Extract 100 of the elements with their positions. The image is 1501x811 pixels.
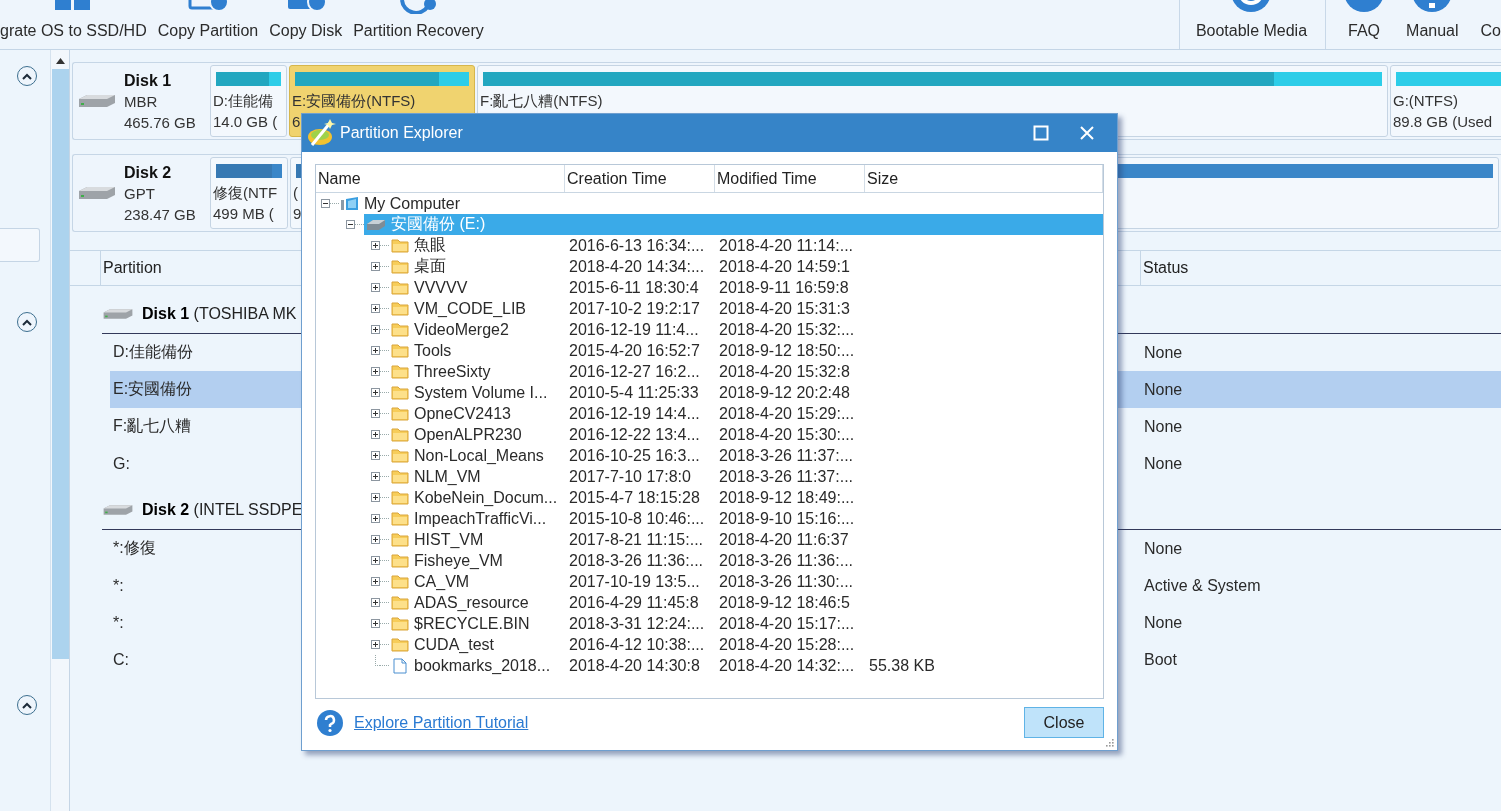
disk-name: Disk 1 bbox=[124, 70, 173, 91]
tree-item[interactable]: ImpeachTrafficVi... 2015-10-8 10:46:... 2018-9-10 15:16:... bbox=[389, 508, 1103, 529]
tree-item[interactable]: VM_CODE_LIB 2017-10-2 19:2:17 2018-4-20 15:31:3 bbox=[389, 298, 1103, 319]
table-cell-text: 2016-10-25 16:3... bbox=[568, 446, 701, 465]
column-header[interactable]: Name bbox=[316, 165, 565, 192]
item-name: VideoMerge2 bbox=[414, 320, 509, 339]
expand-icon[interactable] bbox=[371, 283, 380, 292]
expand-icon[interactable] bbox=[371, 325, 380, 334]
tree-item[interactable]: System Volume I... 2010-5-4 11:25:33 2018-9-12 20:2:48 bbox=[389, 382, 1103, 403]
toolbar-button[interactable]: Copy Disk bbox=[269, 0, 343, 40]
expand-icon[interactable] bbox=[371, 556, 380, 565]
column-header[interactable]: Size bbox=[865, 165, 1103, 192]
tree-item[interactable]: $RECYCLE.BIN 2018-3-31 12:24:... 2018-4-20 15:17:... bbox=[389, 613, 1103, 634]
partition-card[interactable]: 修復(NTF 499 MB ( bbox=[210, 157, 288, 229]
tree-item[interactable]: CA_VM 2017-10-19 13:5... 2018-3-26 11:30:... bbox=[389, 571, 1103, 592]
magic-wand-icon bbox=[306, 119, 336, 147]
expand-icon[interactable] bbox=[371, 451, 380, 460]
expand-icon[interactable] bbox=[371, 430, 380, 439]
table-cell-text: 2015-6-11 18:30:4 bbox=[568, 278, 700, 297]
expand-icon[interactable] bbox=[371, 241, 380, 250]
toolbar-button[interactable]: Partition Recovery bbox=[353, 0, 484, 40]
tree-item[interactable]: NLM_VM 2017-7-10 17:8:0 2018-3-26 11:37:... bbox=[389, 466, 1103, 487]
collapse-button[interactable] bbox=[17, 66, 37, 86]
tree-item[interactable]: KobeNein_Docum... 2015-4-7 18:15:28 2018-9-12 18:49:... bbox=[389, 487, 1103, 508]
close-icon[interactable] bbox=[1079, 125, 1095, 141]
collapse-button[interactable] bbox=[17, 312, 37, 332]
expand-icon[interactable] bbox=[371, 472, 380, 481]
column-header[interactable]: Creation Time bbox=[565, 165, 715, 192]
tree-item[interactable]: 魚眼 2016-6-13 16:34:... 2018-4-20 11:14:... bbox=[389, 235, 1103, 256]
folder-icon bbox=[391, 490, 409, 505]
toolbar-button[interactable]: Bootable Media bbox=[1195, 0, 1308, 40]
tree-item[interactable]: CUDA_test 2016-4-12 10:38:... 2018-4-20 15:28:... bbox=[389, 634, 1103, 655]
column-header[interactable]: Modified Time bbox=[715, 165, 865, 192]
maximize-icon[interactable] bbox=[1033, 125, 1049, 141]
table-cell-text: 2016-12-19 11:4... bbox=[568, 320, 700, 339]
item-name: Non-Local_Means bbox=[414, 446, 544, 465]
tree-item[interactable]: VideoMerge2 2016-12-19 11:4... 2018-4-20 15:32:... bbox=[389, 319, 1103, 340]
tree-item[interactable]: 桌面 2018-4-20 14:34:... 2018-4-20 14:59:1 bbox=[389, 256, 1103, 277]
table-cell-text: 2018-9-12 18:46:5 bbox=[718, 593, 851, 612]
expand-icon[interactable] bbox=[371, 577, 380, 586]
item-name: 桌面 bbox=[414, 256, 446, 276]
expand-icon[interactable] bbox=[371, 346, 380, 355]
item-name: My Computer bbox=[364, 194, 461, 213]
expand-icon[interactable] bbox=[371, 493, 380, 502]
partition-card[interactable]: G:(NTFS) 89.8 GB (Used bbox=[1390, 65, 1501, 137]
toolbar-button[interactable]: grate OS to SSD/HD bbox=[0, 0, 147, 40]
column-header[interactable]: Status bbox=[1140, 251, 1501, 285]
chevron-up-icon bbox=[22, 72, 32, 80]
folder-icon bbox=[391, 406, 409, 421]
expand-icon[interactable] bbox=[371, 262, 380, 271]
table-cell-text: 2018-3-26 11:37:... bbox=[718, 467, 855, 486]
tree-item[interactable]: My Computer bbox=[339, 193, 1103, 214]
resize-grip-icon[interactable] bbox=[1105, 738, 1114, 747]
expand-icon[interactable] bbox=[371, 598, 380, 607]
item-name: $RECYCLE.BIN bbox=[414, 614, 530, 633]
collapse-icon[interactable] bbox=[321, 199, 330, 208]
folder-icon bbox=[391, 511, 409, 526]
tutorial-link[interactable]: Explore Partition Tutorial bbox=[354, 713, 529, 732]
table-cell-text: 2018-9-12 18:49:... bbox=[718, 488, 856, 507]
tree-item[interactable]: Tools 2015-4-20 16:52:7 2018-9-12 18:50:... bbox=[389, 340, 1103, 361]
folder-icon bbox=[391, 301, 409, 316]
scrollbar-thumb[interactable] bbox=[51, 69, 69, 659]
chevron-up-icon bbox=[22, 318, 32, 326]
partition-label: F:亂七八糟(NTFS) bbox=[480, 91, 603, 111]
scroll-up-icon[interactable] bbox=[55, 58, 65, 64]
item-name: System Volume I... bbox=[414, 383, 548, 402]
tree-item[interactable]: OpneCV2413 2016-12-19 14:4... 2018-4-20 15:29:... bbox=[389, 403, 1103, 424]
disk-size: 465.76 GB bbox=[124, 112, 196, 133]
folder-icon bbox=[391, 616, 409, 631]
close-dialog-button[interactable]: Close bbox=[1024, 707, 1104, 738]
folder-icon bbox=[391, 322, 409, 337]
collapse-button[interactable] bbox=[17, 695, 37, 715]
table-cell-text: None bbox=[1143, 380, 1183, 399]
expand-icon[interactable] bbox=[371, 388, 380, 397]
tree-item[interactable]: HIST_VM 2017-8-21 11:15:... 2018-4-20 11:6:37 bbox=[389, 529, 1103, 550]
toolbar-button[interactable]: FAQ bbox=[1344, 0, 1385, 40]
expand-icon[interactable] bbox=[371, 304, 380, 313]
expand-icon[interactable] bbox=[371, 619, 380, 628]
tree-item[interactable]: Non-Local_Means 2016-10-25 16:3... 2018-3-26 11:37:... bbox=[389, 445, 1103, 466]
partition-card[interactable]: D:佳能備 14.0 GB ( bbox=[210, 65, 287, 137]
table-cell-text: 2015-4-7 18:15:28 bbox=[568, 488, 701, 507]
expand-icon[interactable] bbox=[371, 640, 380, 649]
tree-item[interactable]: ThreeSixty 2016-12-27 16:2... 2018-4-20 15:32:8 bbox=[389, 361, 1103, 382]
tree-item[interactable]: ADAS_resource 2016-4-29 11:45:8 2018-9-12 18:46:5 bbox=[389, 592, 1103, 613]
expand-icon[interactable] bbox=[371, 535, 380, 544]
expand-icon[interactable] bbox=[371, 409, 380, 418]
toolbar-button[interactable]: Co bbox=[1480, 0, 1501, 40]
tree-item[interactable]: OpenALPR230 2016-12-22 13:4... 2018-4-20 15:30:... bbox=[389, 424, 1103, 445]
collapse-icon[interactable] bbox=[346, 220, 355, 229]
table-cell-text: 2018-4-20 15:28:... bbox=[718, 635, 856, 654]
item-name: ImpeachTrafficVi... bbox=[414, 509, 547, 528]
table-cell-text: 2017-10-19 13:5... bbox=[568, 572, 701, 591]
tree-item[interactable]: VVVVV 2015-6-11 18:30:4 2018-9-11 16:59:8 bbox=[389, 277, 1103, 298]
folder-icon bbox=[391, 259, 409, 274]
expand-icon[interactable] bbox=[371, 514, 380, 523]
toolbar-button[interactable]: Copy Partition bbox=[157, 0, 259, 40]
tree-item[interactable]: Fisheye_VM 2018-3-26 11:36:... 2018-3-26 11:36:... bbox=[389, 550, 1103, 571]
tree-item[interactable]: bookmarks_2018... 2018-4-20 14:30:8 2018-4-20 14:32:... 55.38 KB bbox=[389, 655, 1103, 676]
toolbar-button[interactable]: Manual bbox=[1406, 0, 1459, 40]
expand-icon[interactable] bbox=[371, 367, 380, 376]
